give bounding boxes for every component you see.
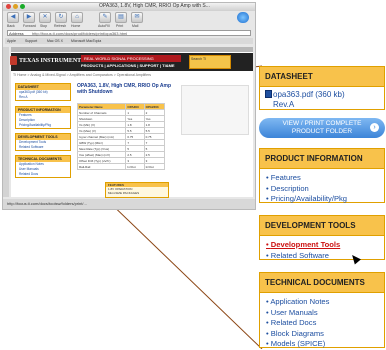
product-information-title: PRODUCT INFORMATION [260,149,384,169]
favorite-item[interactable]: Mac OS X [47,38,63,44]
browser-window: OPA363, 1.8V, High CMR, RRIO Op Amp with… [2,2,256,210]
stop-label: Stop [40,24,48,28]
view-button-line2: PRODUCT FOLDER [291,128,353,135]
back-label: Back [7,24,15,28]
spec-cell: Rail-Rail [76,163,127,170]
spec-cell: In/Out [125,163,145,170]
mini-box-link[interactable]: Related Software [16,145,70,150]
print-label: Print [116,24,124,28]
product-information-panel: PRODUCT INFORMATION Features Description… [259,148,385,203]
product-title: OPA363, 1.8V, High CMR, RRIO Op Amp with… [77,83,171,95]
autofill-button[interactable]: ✎ [99,12,111,23]
dev-tools-link-development-tools[interactable]: Development Tools [266,240,384,251]
home-button[interactable]: ⌂ [71,12,83,23]
minimize-window-icon[interactable] [13,4,18,9]
development-tools-panel: DEVELOPMENT TOOLS Development Tools Rela… [259,215,385,260]
technical-documents-panel: TECHNICAL DOCUMENTS Application Notes Us… [259,272,385,348]
ti-logo-icon[interactable] [10,56,17,65]
tech-docs-link-models-spice[interactable]: Models (SPICE) [266,339,384,350]
mini-datasheet-box: DATASHEET opa363.pdf (360 kb) Rev.A [15,83,71,101]
close-window-icon[interactable] [6,4,11,9]
mail-icon: ✉ [134,14,140,20]
technical-documents-list: Application Notes User Manuals Related D… [260,297,384,350]
product-info-link-description[interactable]: Description [266,184,384,195]
right-column-box [181,85,249,135]
ti-logo-text[interactable]: TEXAS INSTRUMENTS [19,58,85,64]
mail-label: Mail [132,24,139,28]
tech-docs-link-user-manuals[interactable]: User Manuals [266,308,384,319]
ti-search-label: Search TI [191,57,207,61]
refresh-button[interactable]: ↻ [55,12,67,23]
autofill-label: AutoFill [98,24,110,28]
browser-side-tabs[interactable] [3,47,9,197]
product-info-link-features[interactable]: Features [266,173,384,184]
pdf-icon [265,90,272,98]
forward-arrow-icon: ▶ [26,14,32,20]
print-icon: ▤ [118,14,124,20]
mini-tech-docs-box: TECHNICAL DOCUMENTS Application Notes Us… [15,155,71,178]
datasheet-panel: DATASHEET opa363.pdf (360 kb) Rev.A [259,66,385,110]
browser-titlebar: OPA363, 1.8V, High CMR, RRIO Op Amp with… [3,3,255,11]
status-bar: http://focus.ti.com/docs/toolsw/folders/… [3,199,255,209]
spec-cell: In/Out [143,163,166,170]
zoom-window-icon[interactable] [20,4,25,9]
home-label: Home [71,24,81,28]
table-row: Rail-Rail In/Out In/Out [76,163,166,170]
technical-documents-title: TECHNICAL DOCUMENTS [260,273,384,293]
ti-web-page: TEXAS INSTRUMENTS REAL WORLD SIGNAL PROC… [10,47,253,198]
back-arrow-icon: ◀ [10,14,16,20]
mini-box-link[interactable]: Rev.A [16,95,70,100]
print-button[interactable]: ▤ [115,12,127,23]
product-information-list: Features Description Pricing/Availabilit… [260,173,384,205]
breadcrumb[interactable]: TI Home > Analog & Mixed-Signal > Amplif… [13,73,151,77]
datasheet-title: DATASHEET [260,67,384,87]
autofill-icon: ✎ [102,14,108,20]
product-info-link-pricing[interactable]: Pricing/Availability/Pkg [266,194,384,205]
back-button[interactable]: ◀ [7,12,19,23]
development-tools-list: Development Tools Related Software [260,240,384,261]
favorites-bar: Apple Support Mac OS X Microsoft MacTopi… [5,38,253,44]
stop-icon: ✕ [42,14,48,20]
tech-docs-link-block-diagrams[interactable]: Block Diagrams [266,329,384,340]
address-bar[interactable]: Address http://focus.ti.com/docs/prod/fo… [7,30,251,36]
datasheet-pdf-link[interactable]: opa363.pdf (360 kb) [265,90,379,100]
dev-tools-link-related-software[interactable]: Related Software [266,251,384,262]
favorite-item[interactable]: Apple [7,38,16,44]
refresh-label: Refresh [54,24,67,28]
tech-docs-link-related-docs[interactable]: Related Docs [266,318,384,329]
datasheet-file-label[interactable]: opa363.pdf (360 kb) [273,90,345,99]
mini-features-box: FEATURES 1.8V OPERATION MicroSIZE PACKAG… [105,182,169,198]
view-button-line1: VIEW / PRINT COMPLETE [282,120,362,127]
favorite-item[interactable]: Support [25,38,37,44]
datasheet-rev-label[interactable]: Rev.A [265,100,379,110]
ti-search-box[interactable]: Search TI [189,55,231,69]
address-label: Address [9,31,24,36]
ti-header: TEXAS INSTRUMENTS REAL WORLD SIGNAL PROC… [10,53,253,71]
mini-product-info-box: PRODUCT INFORMATION Features Description… [15,106,71,129]
mini-dev-tools-box: DEVELOPMENT TOOLS Development Tools Rela… [15,133,71,151]
mini-box-link[interactable]: Pricing/Availability/Pkg [16,123,70,128]
home-icon: ⌂ [75,14,79,20]
address-url[interactable]: http://focus.ti.com/docs/prod/folders/pr… [32,31,127,36]
browser-logo-icon [237,12,249,23]
mini-box-link[interactable]: Related Docs [16,172,70,177]
favorite-item[interactable]: Microsoft MacTopia [71,38,101,44]
tech-docs-link-application-notes[interactable]: Application Notes [266,297,384,308]
ti-nav[interactable]: PRODUCTS | APPLICATIONS | SUPPORT | TI&M… [81,63,175,68]
forward-button[interactable]: ▶ [23,12,35,23]
browser-title: OPA363, 1.8V, High CMR, RRIO Op Amp with… [99,3,210,9]
ti-banner: REAL WORLD SIGNAL PROCESSING [81,55,181,62]
development-tools-title: DEVELOPMENT TOOLS [260,216,384,236]
datasheet-content: opa363.pdf (360 kb) Rev.A [260,87,384,113]
refresh-icon: ↻ [58,14,64,20]
stop-button[interactable]: ✕ [39,12,51,23]
forward-label: Forward [23,24,36,28]
arrow-right-icon: › [370,123,379,132]
view-print-product-folder-button[interactable]: VIEW / PRINT COMPLETE PRODUCT FOLDER › [259,118,385,138]
mini-feature-item: MicroSIZE PACKAGES [108,191,140,195]
status-text: http://focus.ti.com/docs/toolsw/folders/… [7,201,87,206]
ti-topbar [11,47,253,52]
mail-button[interactable]: ✉ [131,12,143,23]
spec-table: Parameter Name OPA363 OPA2363 Number of … [76,103,166,170]
